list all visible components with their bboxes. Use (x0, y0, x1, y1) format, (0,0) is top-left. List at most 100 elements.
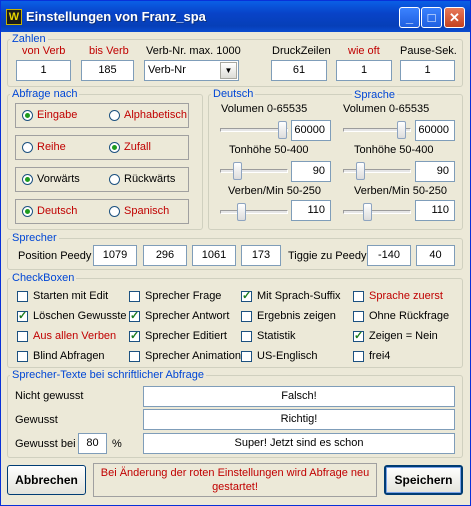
sprache-legend: Sprache (352, 89, 397, 101)
volumen-de-input[interactable]: 60000 (291, 120, 331, 141)
maximize-button[interactable]: □ (421, 7, 442, 28)
cb-sprecher-editiert[interactable] (129, 329, 140, 342)
cb-loeschen-gewusste[interactable] (17, 309, 28, 322)
radio-deutsch[interactable] (22, 206, 33, 217)
von-verb-label: von Verb (22, 45, 66, 57)
cb-aus-allen-verben[interactable] (17, 331, 28, 342)
cb-frei4[interactable] (353, 351, 364, 362)
cb-sprecher-frage[interactable] (129, 291, 140, 302)
verbnr-label: Verb-Nr. max. 1000 (146, 45, 241, 57)
sprecher-animation-label: Sprecher Animation (145, 350, 241, 362)
tonhoehe-de-track (220, 169, 288, 173)
vorwaerts-label: Vorwärts (37, 173, 80, 185)
cb-starten-mit-edit[interactable] (17, 291, 28, 302)
volumen-sp-input[interactable]: 60000 (415, 120, 455, 141)
sprecher-legend: Sprecher (12, 232, 57, 244)
peedy-pos-1-input[interactable]: 1079 (93, 245, 137, 266)
aus-allen-verben-label: Aus allen Verben (33, 330, 117, 342)
cb-statistik[interactable] (241, 331, 252, 342)
radio-zufall[interactable] (109, 142, 120, 153)
verben-de-track (220, 210, 288, 214)
verben-sp-slider[interactable] (363, 203, 372, 221)
abbrechen-button[interactable]: Abbrechen (7, 465, 86, 495)
volumen-de-slider[interactable] (278, 121, 287, 139)
radio-vorwaerts[interactable] (22, 174, 33, 185)
volumen-de-label: Volumen 0-65535 (221, 103, 308, 115)
verben-de-input[interactable]: 110 (291, 200, 331, 221)
tonhoehe-sp-label: Tonhöhe 50-400 (354, 144, 434, 156)
gewusst-input[interactable]: Richtig! (143, 409, 455, 430)
minimize-button[interactable]: _ (399, 7, 420, 28)
verben-de-slider[interactable] (237, 203, 246, 221)
spanisch-label: Spanisch (124, 205, 170, 217)
radio-spanisch[interactable] (109, 206, 120, 217)
cb-ergebnis-zeigen[interactable] (241, 311, 252, 322)
von-verb-input[interactable]: 1 (16, 60, 71, 81)
radio-alphabetisch[interactable] (109, 110, 120, 121)
pause-input[interactable]: 1 (400, 60, 455, 81)
druckzeilen-label: DruckZeilen (272, 45, 331, 57)
verben-sp-input[interactable]: 110 (415, 200, 455, 221)
cb-sprecher-antwort[interactable] (129, 309, 140, 322)
sprecher-antwort-label: Sprecher Antwort (145, 310, 230, 322)
tiggie-x-input[interactable]: -140 (367, 245, 411, 266)
volumen-sp-label: Volumen 0-65535 (343, 103, 430, 115)
tonhoehe-de-slider[interactable] (233, 162, 242, 180)
verbnr-value: Verb-Nr (148, 64, 186, 76)
cb-mit-sprach-suffix[interactable] (241, 289, 252, 302)
position-peedy-label: Position Peedy (18, 250, 92, 262)
radio-reihe[interactable] (22, 142, 33, 153)
volumen-sp-slider[interactable] (397, 121, 406, 139)
speichern-button[interactable]: Speichern (384, 465, 463, 495)
gewusst-bei-text-input[interactable]: Super! Jetzt sind es schon (143, 433, 455, 454)
sprecher-editiert-label: Sprecher Editiert (145, 330, 227, 342)
wie-oft-label: wie oft (348, 45, 380, 57)
mit-sprach-suffix-label: Mit Sprach-Suffix (257, 290, 341, 302)
close-button[interactable]: ✕ (444, 7, 465, 28)
cb-sprecher-animation[interactable] (129, 351, 140, 362)
radio-eingabe[interactable] (22, 110, 33, 121)
verben-sp-label: Verben/Min 50-250 (354, 185, 447, 197)
tonhoehe-sp-slider[interactable] (356, 162, 365, 180)
cb-blind-abfragen[interactable] (17, 351, 28, 362)
starten-mit-edit-label: Starten mit Edit (33, 290, 109, 302)
frei4-label: frei4 (369, 350, 391, 362)
rueckwaerts-label: Rückwärts (124, 173, 176, 185)
eingabe-label: Eingabe (37, 109, 78, 121)
peedy-pos-4-input[interactable]: 173 (241, 245, 281, 266)
zeigen-nein-label: Zeigen = Nein (369, 330, 438, 342)
deutsch-label: Deutsch (37, 205, 78, 217)
pause-label: Pause-Sek. (400, 45, 457, 57)
zahlen-legend: Zahlen (12, 33, 46, 45)
tonhoehe-de-input[interactable]: 90 (291, 161, 331, 182)
tonhoehe-sp-input[interactable]: 90 (415, 161, 455, 182)
sprecher-texte-legend: Sprecher-Texte bei schriftlicher Abfrage (12, 369, 204, 381)
checkboxen-legend: CheckBoxen (12, 272, 75, 284)
bis-verb-label: bis Verb (89, 45, 129, 57)
wie-oft-input[interactable]: 1 (336, 60, 392, 81)
peedy-pos-2-input[interactable]: 296 (143, 245, 187, 266)
cb-sprache-zuerst[interactable] (353, 291, 364, 302)
peedy-pos-3-input[interactable]: 1061 (192, 245, 236, 266)
cb-zeigen-nein[interactable] (353, 329, 364, 342)
gewusst-bei-input[interactable]: 80 (78, 433, 107, 454)
verbnr-select[interactable]: Verb-Nr ▼ (144, 60, 239, 81)
cb-ohne-rueckfrage[interactable] (353, 311, 364, 322)
us-englisch-label: US-Englisch (257, 350, 318, 362)
chevron-down-icon[interactable]: ▼ (220, 62, 237, 79)
nicht-gewusst-label: Nicht gewusst (15, 390, 84, 402)
druckzeilen-input[interactable]: 61 (271, 60, 327, 81)
radio-rueckwaerts[interactable] (109, 174, 120, 185)
tiggie-y-input[interactable]: 40 (416, 245, 455, 266)
tiggie-label: Tiggie zu Peedy (288, 250, 367, 262)
reihe-label: Reihe (37, 141, 66, 153)
abfrage-row-3: Vorwärts Rückwärts (15, 167, 189, 192)
zufall-label: Zufall (124, 141, 151, 153)
bis-verb-input[interactable]: 185 (81, 60, 134, 81)
gewusst-label: Gewusst (15, 414, 58, 426)
nicht-gewusst-input[interactable]: Falsch! (143, 386, 455, 407)
cb-us-englisch[interactable] (241, 351, 252, 362)
abfrage-row-1: Eingabe Alphabetisch (15, 103, 189, 128)
notice-text: Bei Änderung der roten Einstellungen wir… (93, 463, 377, 497)
verben-de-label: Verben/Min 50-250 (228, 185, 321, 197)
